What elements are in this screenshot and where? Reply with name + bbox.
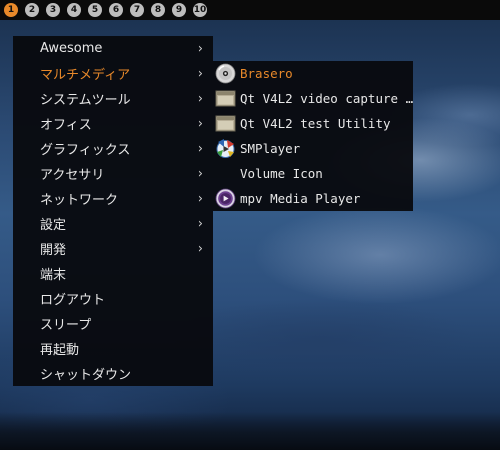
submenu-item-smplayer[interactable]: SMPlayer	[213, 136, 413, 161]
chevron-right-icon: ›	[197, 166, 203, 181]
chevron-right-icon: ›	[197, 91, 203, 106]
menu-item-label: シャットダウン	[40, 368, 132, 383]
submenu-item-label: mpv Media Player	[240, 191, 361, 206]
menu-item-reboot[interactable]: 再起動	[13, 336, 213, 361]
menu-item-label: Awesome	[40, 41, 103, 56]
menu-item-office[interactable]: オフィス ›	[13, 111, 213, 136]
submenu-item-label: Qt V4L2 test Utility	[240, 116, 391, 131]
workspace-tag-6[interactable]: 6	[109, 3, 123, 17]
menu-item-accessories[interactable]: アクセサリ ›	[13, 161, 213, 186]
chevron-right-icon: ›	[197, 216, 203, 231]
chevron-right-icon: ›	[197, 66, 203, 81]
smplayer-icon	[216, 139, 235, 158]
submenu-item-qt-v4l2-capture[interactable]: Qt V4L2 video capture …	[213, 86, 413, 111]
disc-icon	[215, 63, 236, 84]
chevron-right-icon: ›	[197, 241, 203, 256]
menu-item-label: ネットワーク	[40, 193, 119, 208]
window-icon	[215, 115, 236, 132]
menu-item-label: 設定	[40, 218, 67, 233]
workspace-tag-2[interactable]: 2	[25, 3, 39, 17]
submenu-item-label: Volume Icon	[240, 166, 323, 181]
menu-item-label: スリープ	[40, 318, 92, 333]
menu-item-label: システムツール	[40, 93, 131, 108]
window-icon	[215, 90, 236, 107]
submenu-item-volume-icon[interactable]: Volume Icon	[213, 161, 413, 186]
menu-item-multimedia[interactable]: マルチメディア ›	[13, 61, 213, 86]
menu-item-terminal[interactable]: 端末	[13, 261, 213, 286]
submenu-item-qt-v4l2-test[interactable]: Qt V4L2 test Utility	[213, 111, 413, 136]
menu-item-label: アクセサリ	[40, 168, 105, 183]
workspace-tag-8[interactable]: 8	[151, 3, 165, 17]
menu-item-development[interactable]: 開発 ›	[13, 236, 213, 261]
menu-item-label: ログアウト	[40, 293, 106, 308]
workspace-tag-7[interactable]: 7	[130, 3, 144, 17]
submenu-item-label: Brasero	[240, 66, 293, 81]
workspace-tag-9[interactable]: 9	[172, 3, 186, 17]
chevron-right-icon: ›	[197, 116, 203, 131]
menu-item-shutdown[interactable]: シャットダウン	[13, 361, 213, 386]
menu-item-label: 端末	[40, 268, 67, 283]
menu-item-label: マルチメディア	[40, 68, 131, 83]
menu-item-awesome[interactable]: Awesome ›	[13, 36, 213, 61]
chevron-right-icon: ›	[197, 191, 203, 206]
menu-item-settings[interactable]: 設定 ›	[13, 211, 213, 236]
workspace-tag-4[interactable]: 4	[67, 3, 81, 17]
horizon	[0, 412, 500, 450]
submenu-item-label: SMPlayer	[240, 141, 301, 156]
chevron-right-icon: ›	[197, 141, 203, 156]
workspace-tag-5[interactable]: 5	[88, 3, 102, 17]
chevron-right-icon: ›	[197, 41, 203, 56]
taskbar: 1 2 3 4 5 6 7 8 9 10	[0, 0, 500, 20]
menu-item-sleep[interactable]: スリープ	[13, 311, 213, 336]
menu-item-system-tools[interactable]: システムツール ›	[13, 86, 213, 111]
menu-item-logout[interactable]: ログアウト	[13, 286, 213, 311]
mpv-icon	[215, 188, 236, 209]
menu-item-graphics[interactable]: グラフィックス ›	[13, 136, 213, 161]
menu-item-label: 再起動	[40, 343, 80, 358]
menu-item-label: 開発	[40, 243, 67, 258]
menu-item-label: オフィス	[40, 118, 92, 133]
submenu-item-label: Qt V4L2 video capture …	[240, 91, 413, 106]
submenu-item-brasero[interactable]: Brasero	[213, 61, 413, 86]
workspace-tag-10[interactable]: 10	[193, 3, 207, 17]
main-menu: Awesome › マルチメディア › システムツール › オフィス › グラフ…	[13, 36, 213, 386]
multimedia-submenu: Brasero Qt V4L2 video capture … Qt V4L2 …	[213, 61, 413, 211]
menu-item-network[interactable]: ネットワーク ›	[13, 186, 213, 211]
menu-item-label: グラフィックス	[40, 143, 131, 158]
submenu-item-mpv[interactable]: mpv Media Player	[213, 186, 413, 211]
workspace-tag-3[interactable]: 3	[46, 3, 60, 17]
workspace-tag-1[interactable]: 1	[4, 3, 18, 17]
